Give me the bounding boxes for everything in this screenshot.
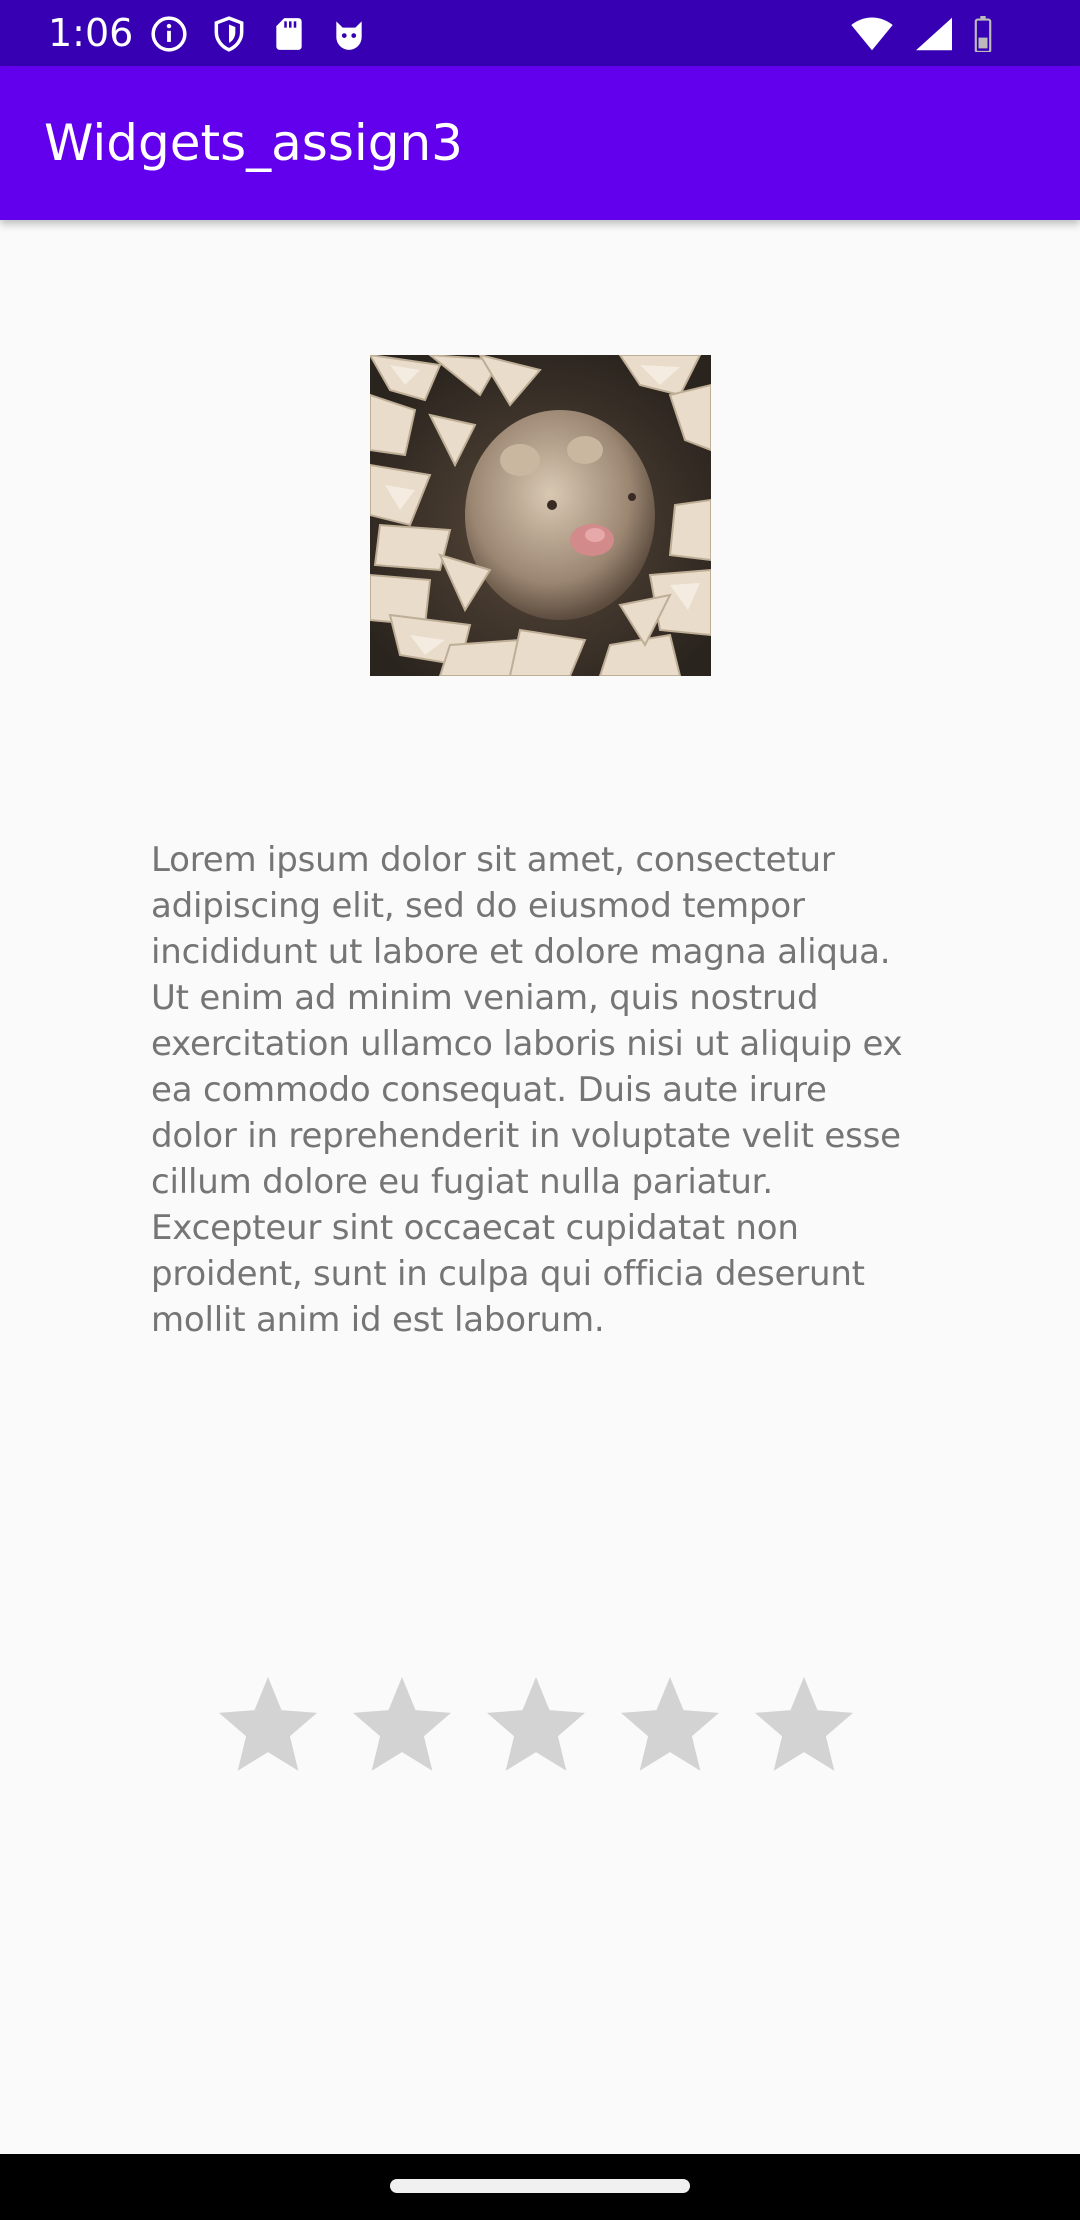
star-icon — [621, 1677, 719, 1771]
app-title: Widgets_assign3 — [44, 114, 463, 172]
signal-icon — [916, 17, 952, 51]
status-time: 1:06 — [48, 11, 134, 55]
home-gesture-handle[interactable] — [390, 2179, 690, 2193]
star-icon — [353, 1677, 451, 1771]
navigation-bar — [0, 2154, 1080, 2220]
lorem-text: Lorem ipsum dolor sit amet, consectetur … — [151, 840, 903, 1340]
rating-star-1[interactable] — [212, 1670, 324, 1782]
rating-star-5[interactable] — [748, 1670, 860, 1782]
rating-star-4[interactable] — [614, 1670, 726, 1782]
app-screen: 1:06 Widgets_assign3 Lorem ipsum dolor s… — [0, 0, 1080, 2220]
status-system-icons — [850, 14, 992, 54]
status-notification-icons — [150, 14, 368, 54]
shield-icon — [214, 16, 244, 52]
wifi-icon — [851, 17, 893, 51]
hamster-image — [370, 355, 711, 676]
star-icon — [755, 1677, 853, 1771]
star-icon — [487, 1677, 585, 1771]
rating-star-2[interactable] — [346, 1670, 458, 1782]
app-bar: Widgets_assign3 — [0, 66, 1080, 220]
info-icon — [151, 16, 187, 52]
star-icon — [219, 1677, 317, 1771]
status-bar: 1:06 — [0, 0, 1080, 66]
sd-card-icon — [276, 18, 302, 50]
cat-face-icon — [336, 21, 362, 50]
rating-star-3[interactable] — [480, 1670, 592, 1782]
rating-bar[interactable] — [212, 1670, 872, 1790]
battery-icon — [974, 16, 992, 52]
